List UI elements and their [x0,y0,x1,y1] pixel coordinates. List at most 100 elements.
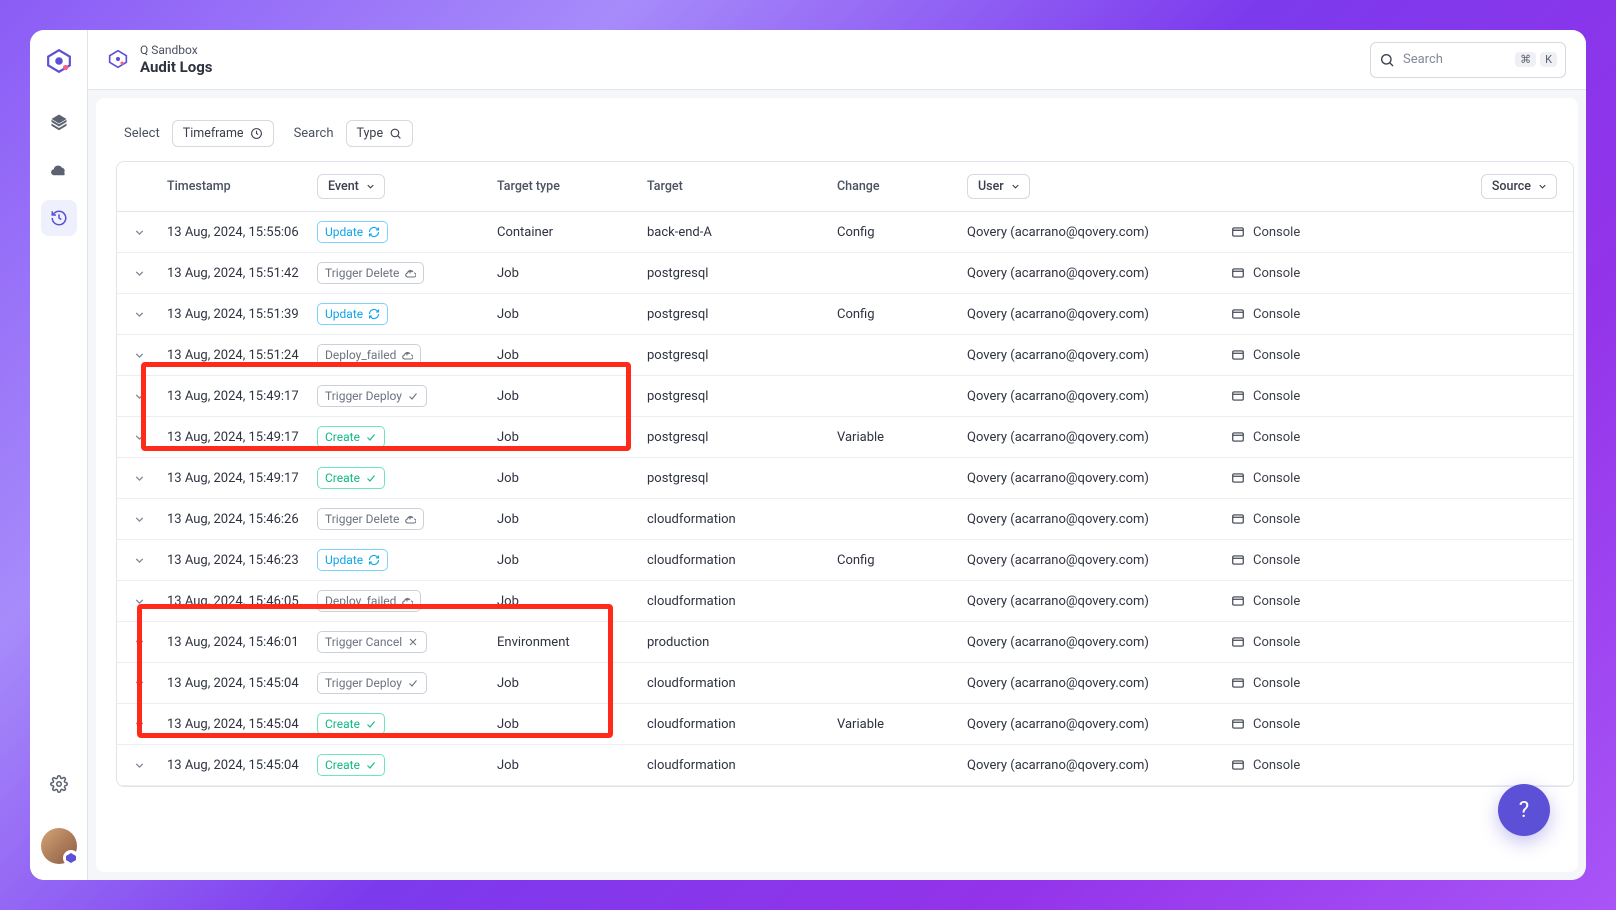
expand-toggle[interactable] [117,431,161,444]
chevron-down-icon [133,595,146,608]
cell-target: cloudformation [641,676,831,691]
cell-user: Qovery (acarrano@qovery.com) [961,266,1231,281]
table-row[interactable]: 13 Aug, 2024, 15:45:04CreateJobcloudform… [117,704,1573,745]
expand-toggle[interactable] [117,226,161,239]
table-row[interactable]: 13 Aug, 2024, 15:46:01Trigger CancelEnvi… [117,622,1573,663]
col-change: Change [831,175,961,198]
layers-icon[interactable] [41,104,77,140]
cell-target: cloudformation [641,758,831,773]
chevron-down-icon [133,267,146,280]
cell-target-type: Job [491,348,641,363]
expand-toggle[interactable] [117,349,161,362]
expand-toggle[interactable] [117,554,161,567]
col-user-filter[interactable]: User [967,174,1030,199]
table-row[interactable]: 13 Aug, 2024, 15:49:17 Trigger Deploy Jobp… [117,376,1573,417]
search-input[interactable]: Search ⌘ K [1370,42,1566,78]
cell-change: Variable [831,430,961,445]
expand-toggle[interactable] [117,677,161,690]
cell-target-type: Job [491,266,641,281]
expand-toggle[interactable] [117,636,161,649]
table-row[interactable]: 13 Aug, 2024, 15:51:24Deploy_failedJobpo… [117,335,1573,376]
search-icon [389,127,402,140]
chevron-down-icon [133,636,146,649]
expand-toggle[interactable] [117,513,161,526]
topbar: Q Sandbox Audit Logs Search ⌘ K [88,30,1586,90]
x-icon [407,636,419,648]
cell-source: Console [1231,307,1573,322]
cloud-up-icon [404,513,416,525]
expand-toggle[interactable] [117,718,161,731]
avatar-badge-icon [63,850,79,866]
cell-user: Qovery (acarrano@qovery.com) [961,307,1231,322]
cell-user: Qovery (acarrano@qovery.com) [961,594,1231,609]
event-badge: Update [317,303,388,325]
breadcrumb-icon [108,49,130,71]
expand-toggle[interactable] [117,267,161,280]
window-icon [1231,307,1245,321]
chevron-down-icon [133,431,146,444]
cell-change: Variable [831,717,961,732]
table-row[interactable]: 13 Aug, 2024, 15:51:42Trigger DeleteJobp… [117,253,1573,294]
table-row[interactable]: 13 Aug, 2024, 15:45:04Trigger DeployJobc… [117,663,1573,704]
cell-source: Console [1231,348,1573,363]
chevron-down-icon [133,718,146,731]
col-source-filter[interactable]: Source [1481,174,1557,199]
cell-timestamp: 13 Aug, 2024, 15:51:24 [161,348,311,363]
expand-toggle[interactable] [117,308,161,321]
expand-toggle[interactable] [117,595,161,608]
window-icon [1231,717,1245,731]
select-label: Select [124,126,160,141]
cell-target-type: Environment [491,635,641,650]
cell-source: Console [1231,553,1573,568]
col-event-filter[interactable]: Event [317,174,385,199]
cell-user: Qovery (acarrano@qovery.com) [961,430,1231,445]
cell-source: Console [1231,266,1573,281]
timeframe-filter[interactable]: Timeframe [172,120,274,147]
event-badge: Trigger Deploy [317,672,427,694]
refresh-icon [368,226,380,238]
window-icon [1231,512,1245,526]
event-badge: Trigger Deploy [317,385,427,407]
event-badge: Update [317,549,388,571]
cell-target: cloudformation [641,553,831,568]
help-button[interactable]: ? [1498,784,1550,836]
cloud-icon[interactable] [41,152,77,188]
expand-toggle[interactable] [117,472,161,485]
cell-timestamp: 13 Aug, 2024, 15:46:23 [161,553,311,568]
search-placeholder: Search [1403,52,1443,67]
audit-log-table: Timestamp Event Target type Target Chang… [116,161,1574,787]
cell-user: Qovery (acarrano@qovery.com) [961,758,1231,773]
chevron-down-icon [133,513,146,526]
col-timestamp: Timestamp [161,175,311,198]
expand-toggle[interactable] [117,759,161,772]
table-row[interactable]: 13 Aug, 2024, 15:46:23UpdateJobcloudform… [117,540,1573,581]
table-row[interactable]: 13 Aug, 2024, 15:46:05Deploy_failedJobcl… [117,581,1573,622]
filters-bar: Select Timeframe Search Type [108,116,1566,161]
refresh-icon [368,554,380,566]
logo-icon [44,46,74,76]
search-label: Search [294,126,334,141]
table-row[interactable]: 13 Aug, 2024, 15:45:04CreateJobcloudform… [117,745,1573,786]
check-icon [365,472,377,484]
event-badge: Create [317,426,385,448]
cell-target: postgresql [641,471,831,486]
expand-toggle[interactable] [117,390,161,403]
chevron-down-icon [1010,181,1021,192]
cell-target-type: Job [491,717,641,732]
table-row[interactable]: 13 Aug, 2024, 15:55:06UpdateContainerbac… [117,212,1573,253]
settings-icon[interactable] [41,766,77,802]
cell-source: Console [1231,717,1573,732]
table-row[interactable]: 13 Aug, 2024, 15:46:26Trigger DeleteJobc… [117,499,1573,540]
table-row[interactable]: 13 Aug, 2024, 15:49:17CreateJobpostgresq… [117,458,1573,499]
cell-target-type: Job [491,389,641,404]
table-row[interactable]: 13 Aug, 2024, 15:51:39UpdateJobpostgresq… [117,294,1573,335]
cell-target-type: Job [491,471,641,486]
avatar[interactable] [41,828,77,864]
event-badge: Trigger Delete [317,508,424,530]
type-filter[interactable]: Type [346,120,414,147]
table-row[interactable]: 13 Aug, 2024, 15:49:17CreateJobpostgresq… [117,417,1573,458]
cell-target: postgresql [641,389,831,404]
window-icon [1231,758,1245,772]
history-icon[interactable] [41,200,77,236]
cell-timestamp: 13 Aug, 2024, 15:49:17 [161,389,311,404]
